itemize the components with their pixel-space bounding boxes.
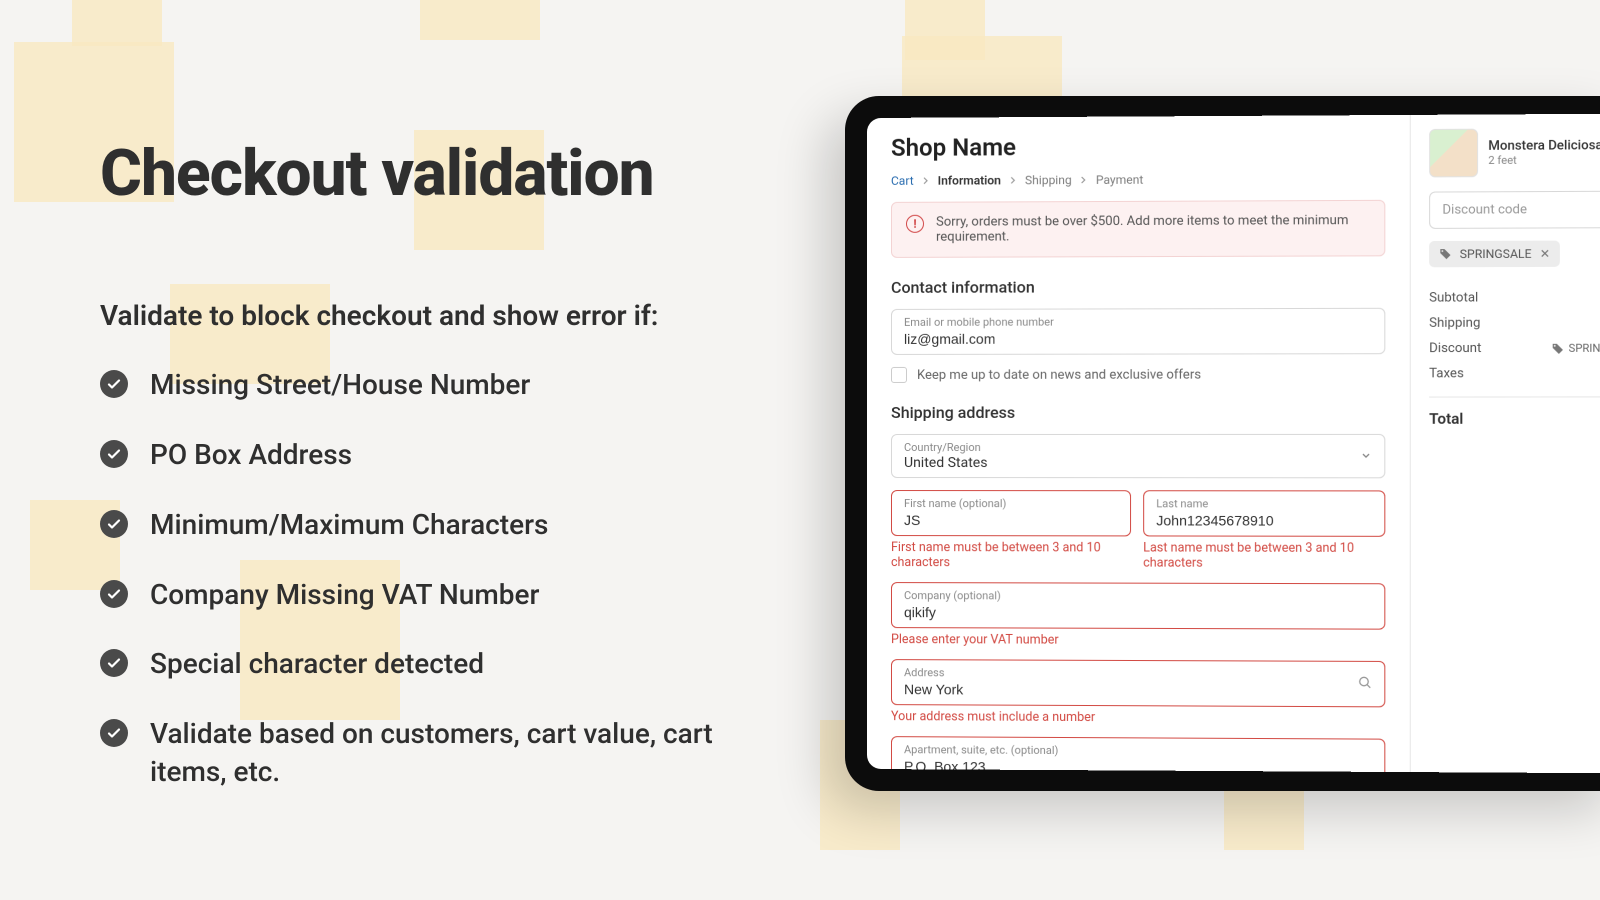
error-banner-text: Sorry, orders must be over $500. Add mor… <box>936 213 1370 245</box>
newsletter-checkbox[interactable] <box>891 367 907 383</box>
error-banner: ! Sorry, orders must be over $500. Add m… <box>891 200 1385 258</box>
breadcrumb-information[interactable]: Information <box>938 173 1001 187</box>
list-item: Special character detected <box>100 645 720 683</box>
address-label: Address <box>904 666 1372 681</box>
breadcrumb-shipping[interactable]: Shipping <box>1025 173 1072 187</box>
apartment-label: Apartment, suite, etc. (optional) <box>904 743 1372 759</box>
shipping-heading: Shipping address <box>891 403 1385 422</box>
chevron-down-icon <box>1360 447 1372 466</box>
chevron-right-icon <box>1009 173 1017 187</box>
country-select[interactable]: Country/Region United States <box>891 434 1385 478</box>
list-item-text: Validate based on customers, cart value,… <box>150 715 720 791</box>
subtotal-row: Subtotal <box>1429 285 1600 311</box>
tag-icon <box>1551 342 1563 354</box>
last-name-field[interactable]: Last name <box>1143 490 1385 537</box>
address-error: Your address must include a number <box>891 709 1385 726</box>
applied-discount-code: SPRINGSALE <box>1460 247 1532 261</box>
contact-heading: Contact information <box>891 277 1385 297</box>
breadcrumb-payment[interactable]: Payment <box>1096 173 1143 187</box>
alert-icon: ! <box>906 215 924 233</box>
deco-square <box>72 0 162 46</box>
list-item: PO Box Address <box>100 436 720 474</box>
total-row: Total <box>1429 396 1600 433</box>
feature-list: Missing Street/House Number PO Box Addre… <box>100 366 720 791</box>
email-input[interactable] <box>904 330 1372 347</box>
chevron-right-icon <box>1080 173 1088 187</box>
applied-discount-tag: SPRINGSALE ✕ <box>1429 241 1560 268</box>
product-name: Monstera Deliciosa <box>1488 138 1600 154</box>
last-name-label: Last name <box>1156 497 1372 510</box>
company-error: Please enter your VAT number <box>891 632 1385 649</box>
list-item-text: Missing Street/House Number <box>150 366 530 404</box>
address-field[interactable]: Address <box>891 659 1385 707</box>
last-name-error: Last name must be between 3 and 10 chara… <box>1143 540 1385 571</box>
breadcrumb: Cart Information Shipping Payment <box>891 172 1385 188</box>
product-variant: 2 feet <box>1488 153 1600 167</box>
email-field[interactable]: Email or mobile phone number <box>891 308 1385 355</box>
checkout-screen: Shop Name Cart Information Shipping Paym… <box>867 114 1600 774</box>
shop-name: Shop Name <box>891 131 1385 162</box>
search-icon <box>1358 674 1372 693</box>
apartment-input[interactable] <box>904 758 1372 772</box>
list-item-text: Special character detected <box>150 645 484 683</box>
discount-row: Discount SPRINGSALE <box>1429 336 1600 362</box>
first-name-error: First name must be between 3 and 10 char… <box>891 540 1131 571</box>
tag-icon <box>1439 248 1451 260</box>
apartment-field[interactable]: Apartment, suite, etc. (optional) <box>891 736 1385 772</box>
device-frame: Shop Name Cart Information Shipping Paym… <box>845 96 1600 791</box>
email-label: Email or mobile phone number <box>904 315 1372 329</box>
country-label: Country/Region <box>904 441 1372 454</box>
remove-discount-button[interactable]: ✕ <box>1540 247 1550 261</box>
taxes-row: Taxes <box>1429 361 1600 387</box>
check-icon <box>100 649 128 677</box>
page-title: Checkout validation <box>100 140 720 207</box>
breadcrumb-cart[interactable]: Cart <box>891 174 914 188</box>
first-name-field[interactable]: First name (optional) <box>891 490 1131 536</box>
first-name-label: First name (optional) <box>904 497 1118 510</box>
last-name-input[interactable] <box>1156 512 1372 528</box>
deco-square <box>420 0 540 40</box>
shipping-row: Shipping <box>1429 310 1600 336</box>
country-value: United States <box>904 455 1372 471</box>
product-row: Monstera Deliciosa 2 feet <box>1429 128 1600 178</box>
newsletter-label: Keep me up to date on news and exclusive… <box>917 367 1201 382</box>
company-input[interactable] <box>904 604 1372 621</box>
check-icon <box>100 510 128 538</box>
list-item: Validate based on customers, cart value,… <box>100 715 720 791</box>
check-icon <box>100 370 128 398</box>
discount-code-input[interactable]: Discount code <box>1429 191 1600 229</box>
check-icon <box>100 440 128 468</box>
address-input[interactable] <box>904 681 1372 699</box>
page-subtitle: Validate to block checkout and show erro… <box>100 299 720 332</box>
list-item-text: Minimum/Maximum Characters <box>150 506 548 544</box>
list-item-text: Company Missing VAT Number <box>150 576 539 614</box>
list-item: Missing Street/House Number <box>100 366 720 404</box>
check-icon <box>100 719 128 747</box>
check-icon <box>100 580 128 608</box>
list-item: Minimum/Maximum Characters <box>100 506 720 544</box>
first-name-input[interactable] <box>904 512 1118 528</box>
chevron-right-icon <box>922 174 930 188</box>
company-field[interactable]: Company (optional) <box>891 582 1385 630</box>
discount-row-tag: SPRINGSALE <box>1551 342 1600 355</box>
company-label: Company (optional) <box>904 589 1372 603</box>
list-item-text: PO Box Address <box>150 436 352 474</box>
list-item: Company Missing VAT Number <box>100 576 720 614</box>
product-thumbnail <box>1429 129 1478 178</box>
